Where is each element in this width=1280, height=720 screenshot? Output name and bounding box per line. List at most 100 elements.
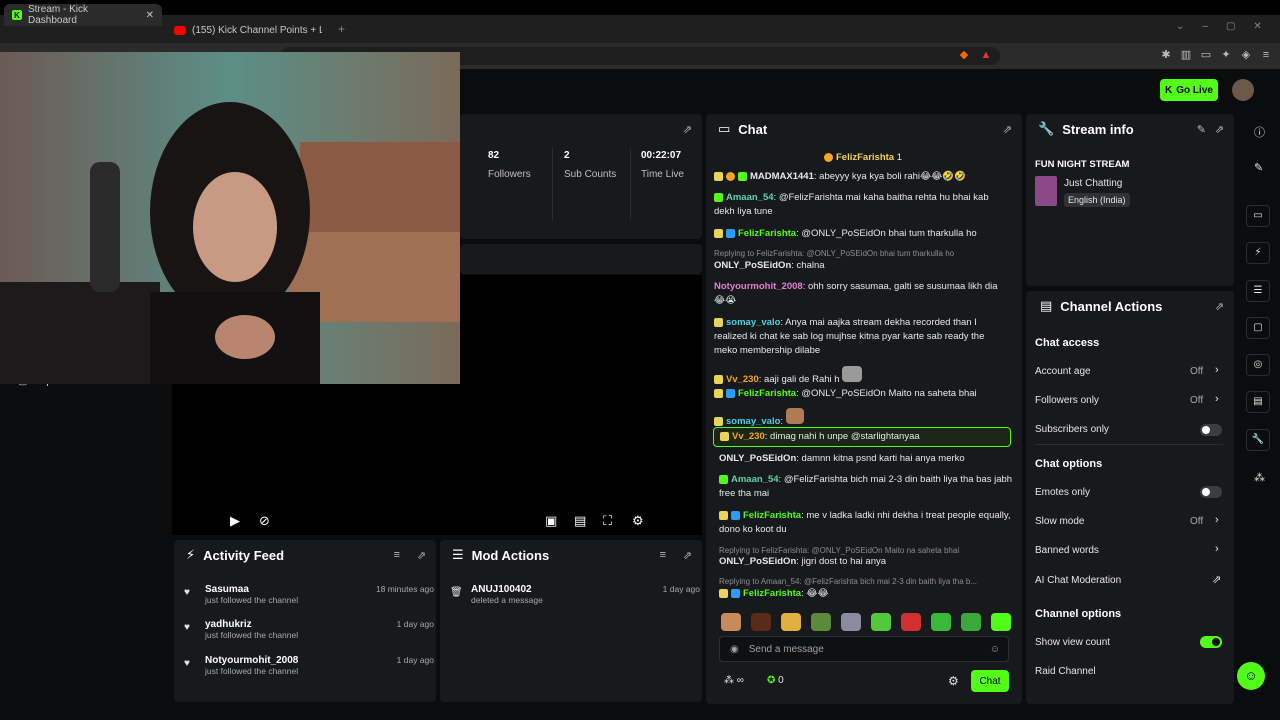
- chat-message[interactable]: somay_valo: Anya mai aajka stream dekha …: [714, 316, 1010, 358]
- chat-message[interactable]: Vv_230: dimag nahi h unpe @starlightanya…: [720, 430, 1016, 444]
- wallet-icon[interactable]: ▭: [1200, 49, 1212, 61]
- vpn-icon[interactable]: ◈: [1240, 49, 1252, 61]
- popout-icon[interactable]: ⇗: [417, 549, 426, 562]
- brave-rewards-icon[interactable]: ▲: [980, 49, 992, 61]
- users-icon[interactable]: ⁂: [1254, 471, 1265, 484]
- list-item[interactable]: 🗑 ANUJ100402 deleted a message 1 day ago: [450, 584, 700, 605]
- chat-message[interactable]: MADMAX1441: abeyyy kya kya boli rahi😂😂🤣🤣: [714, 170, 1010, 184]
- filter-icon[interactable]: ≡: [394, 549, 400, 561]
- chat-message[interactable]: FelizFarishta: 😂😂: [719, 587, 1015, 601]
- chat-username[interactable]: Notyourmohit_2008: [714, 281, 803, 292]
- chat-username[interactable]: ONLY_PoSEidOn: [719, 556, 796, 567]
- chat-message[interactable]: FelizFarishta: @ONLY_PoSEidOn Maito na s…: [714, 387, 1010, 401]
- emote-icon[interactable]: [991, 613, 1011, 631]
- layout-icon[interactable]: ▭: [1246, 205, 1270, 227]
- raid-channel-label[interactable]: Raid Channel: [1035, 666, 1096, 677]
- popout-icon[interactable]: ⇗: [1003, 123, 1012, 136]
- leo-icon[interactable]: ✦: [1220, 49, 1232, 61]
- play-icon[interactable]: ▶: [230, 513, 240, 529]
- filter-icon[interactable]: ≡: [660, 549, 666, 561]
- settings-icon[interactable]: ⚙: [632, 513, 644, 529]
- emotes-only-toggle[interactable]: [1200, 486, 1222, 498]
- chat-message[interactable]: Amaan_54: @FelizFarishta mai kaha baitha…: [714, 191, 1010, 219]
- chat-message[interactable]: Amaan_54: @FelizFarishta bich mai 2-3 di…: [719, 473, 1015, 501]
- list-item[interactable]: ♥ yadhukriz just followed the channel 1 …: [184, 619, 434, 640]
- chat-send-button[interactable]: Chat: [971, 670, 1009, 692]
- chat-message[interactable]: FelizFarishta: me v ladka ladki nhi dekh…: [719, 509, 1015, 537]
- go-live-button[interactable]: K Go Live: [1160, 79, 1218, 101]
- chat-username[interactable]: Amaan_54: [726, 192, 774, 203]
- pinned-gifter[interactable]: FelizFarishta 1: [824, 152, 902, 163]
- sidebar-toggle-icon[interactable]: ▥: [1180, 49, 1192, 61]
- chat-message[interactable]: ONLY_PoSEidOn: chalna: [714, 259, 1010, 273]
- subscribers-only-toggle[interactable]: [1200, 424, 1222, 436]
- support-icon[interactable]: ☺: [1237, 662, 1265, 690]
- wrench-icon[interactable]: 🔧: [1246, 429, 1270, 451]
- chat-message[interactable]: somay_valo:: [714, 408, 1010, 429]
- popout-icon[interactable]: ⇗: [683, 549, 692, 562]
- ai-moderation-label[interactable]: AI Chat Moderation: [1035, 575, 1121, 586]
- broadcast-icon[interactable]: ◎: [1246, 354, 1270, 376]
- channel-points[interactable]: ✪ 0: [767, 675, 784, 686]
- new-tab-icon[interactable]: +: [338, 22, 345, 36]
- banned-words-label[interactable]: Banned words: [1035, 545, 1099, 556]
- emote-icon[interactable]: [901, 613, 921, 631]
- popout-icon[interactable]: ⇗: [1215, 123, 1224, 136]
- tab-kick-dashboard[interactable]: K Stream - Kick Dashboard ✕: [4, 4, 162, 26]
- emote-icon[interactable]: [781, 613, 801, 631]
- lightning-icon[interactable]: ⚡: [1246, 242, 1270, 264]
- chat-username[interactable]: FelizFarishta: [738, 228, 796, 239]
- emote-icon[interactable]: [961, 613, 981, 631]
- chat-message[interactable]: ONLY_PoSEidOn: damnn kitna psnd karti ha…: [719, 452, 1015, 466]
- emote-icon[interactable]: [931, 613, 951, 631]
- chat-message[interactable]: Vv_230: aaji gali de Rahi h: [714, 366, 1010, 387]
- chat-username[interactable]: somay_valo: [726, 416, 780, 427]
- theater-icon[interactable]: ▤: [574, 513, 586, 529]
- chat-username[interactable]: Amaan_54: [731, 474, 779, 485]
- list-item[interactable]: ♥ Notyourmohit_2008 just followed the ch…: [184, 655, 434, 676]
- chat-settings-icon[interactable]: ⚙: [948, 674, 959, 688]
- extensions-icon[interactable]: ✱: [1160, 49, 1172, 61]
- emoji-icon[interactable]: ☺: [990, 644, 1000, 655]
- followers-only-value[interactable]: Off: [1190, 395, 1203, 406]
- list-icon[interactable]: ☰: [1246, 280, 1270, 302]
- external-link-icon[interactable]: ⇗: [1212, 573, 1221, 586]
- popout-icon[interactable]: ⇗: [1215, 300, 1224, 313]
- emote-icon[interactable]: [811, 613, 831, 631]
- chat-bubble-icon[interactable]: ▢: [1246, 317, 1270, 339]
- info-icon[interactable]: ⓘ: [1254, 124, 1265, 140]
- chat-username[interactable]: Vv_230: [732, 431, 765, 442]
- chat-username[interactable]: FelizFarishta: [743, 510, 801, 521]
- emote-icon[interactable]: [841, 613, 861, 631]
- brave-shield-icon[interactable]: ◆: [958, 49, 970, 61]
- pip-icon[interactable]: ▣: [545, 513, 557, 529]
- pencil-icon[interactable]: ✎: [1254, 161, 1263, 174]
- close-icon[interactable]: ✕: [146, 10, 154, 21]
- chat-username[interactable]: ONLY_PoSEidOn: [719, 453, 796, 464]
- viewers-indicator[interactable]: ⁂ ∞: [724, 675, 744, 686]
- emote-icon[interactable]: [721, 613, 741, 631]
- window-controls[interactable]: ⌄–▢✕: [1176, 21, 1280, 32]
- emote-icon[interactable]: [871, 613, 891, 631]
- chat-username[interactable]: Vv_230: [726, 374, 759, 385]
- list-item[interactable]: ♥ Sasumaa just followed the channel 18 m…: [184, 584, 434, 605]
- chat-input[interactable]: ◉ Send a message ☺: [719, 636, 1009, 662]
- chat-username[interactable]: FelizFarishta: [738, 388, 796, 399]
- emote-icon[interactable]: [751, 613, 771, 631]
- chat-username[interactable]: ONLY_PoSEidOn: [714, 260, 791, 271]
- mute-icon[interactable]: ⊘: [259, 513, 270, 529]
- avatar[interactable]: [1232, 79, 1254, 101]
- chat-username[interactable]: somay_valo: [726, 317, 780, 328]
- tab-youtube[interactable]: (155) Kick Channel Points + Lumia St: [166, 19, 334, 41]
- fullscreen-icon[interactable]: ⛶: [603, 513, 612, 529]
- slow-mode-value[interactable]: Off: [1190, 516, 1203, 527]
- chevron-right-icon[interactable]: ›: [1215, 543, 1219, 555]
- chevron-right-icon[interactable]: ›: [1215, 514, 1219, 526]
- chevron-right-icon[interactable]: ›: [1215, 393, 1219, 405]
- server-icon[interactable]: ▤: [1246, 391, 1270, 413]
- account-age-value[interactable]: Off: [1190, 366, 1203, 377]
- chat-message[interactable]: Notyourmohit_2008: ohh sorry sasumaa, ga…: [714, 280, 1010, 308]
- chevron-right-icon[interactable]: ›: [1215, 364, 1219, 376]
- edit-icon[interactable]: ✎: [1197, 123, 1206, 136]
- chat-message[interactable]: FelizFarishta: @ONLY_PoSEidOn bhai tum t…: [714, 227, 1010, 241]
